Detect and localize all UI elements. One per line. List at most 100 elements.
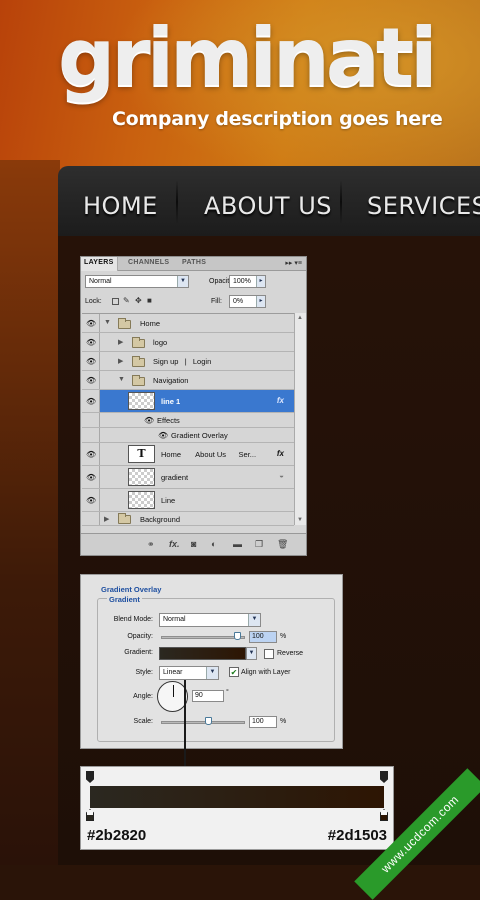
style-select[interactable]: Linear ▼	[159, 666, 219, 680]
style-label: Style:	[135, 669, 153, 676]
eye-icon[interactable]: 👁	[158, 432, 168, 440]
fx-menu-icon[interactable]: fx.	[169, 539, 180, 549]
blend-mode-select[interactable]: Normal ▼	[85, 275, 189, 288]
layer-row-background[interactable]: ▶ Background	[82, 512, 294, 526]
expand-triangle-icon[interactable]: ▼	[104, 319, 111, 326]
folder-icon	[118, 318, 131, 329]
eye-icon[interactable]: 👁	[86, 451, 96, 459]
link-icon[interactable]: ⚭	[147, 539, 155, 550]
tab-channels[interactable]: CHANNELS	[128, 259, 169, 266]
lock-brush-icon[interactable]: ✎	[123, 297, 131, 305]
new-group-icon[interactable]: ▬	[233, 539, 242, 549]
gradient-swatch[interactable]	[159, 647, 246, 660]
opacity-slider-handle[interactable]	[234, 632, 241, 640]
layer-row-signup[interactable]: 👁 ▶ Sign up | Login	[82, 352, 294, 371]
scale-input[interactable]: 100	[249, 716, 277, 728]
layers-panel-tabs: LAYERS CHANNELS PATHS ▸▸ ▾≡	[81, 257, 306, 271]
lock-transparent-icon[interactable]	[112, 298, 119, 305]
fill-field[interactable]: 0% ▸	[229, 295, 266, 308]
folder-icon	[132, 337, 145, 348]
eye-icon[interactable]: 👁	[86, 320, 96, 328]
angle-input[interactable]: 90	[192, 690, 224, 702]
layers-scrollbar[interactable]: ▲ ▼	[294, 313, 306, 525]
gradient-picker-button[interactable]: ▼	[246, 647, 257, 660]
opacity-input[interactable]: 100	[249, 631, 277, 643]
layer-row-line[interactable]: 👁 Line	[82, 489, 294, 512]
scale-slider-handle[interactable]	[205, 717, 212, 725]
eye-icon[interactable]: 👁	[86, 398, 96, 406]
lock-all-icon[interactable]: ■	[147, 297, 155, 305]
color-stop-right-fill	[381, 815, 387, 820]
layer-name: Home About Us Ser...	[161, 450, 257, 459]
layer-name: Line	[161, 496, 176, 505]
nav-about-us[interactable]: ABOUT US	[204, 192, 332, 220]
reverse-checkbox[interactable]	[264, 649, 274, 659]
nav-home[interactable]: HOME	[83, 192, 158, 220]
scale-slider[interactable]	[161, 721, 245, 724]
layer-row-logo[interactable]: 👁 ▶ logo	[82, 333, 294, 352]
eye-icon[interactable]: 👁	[86, 377, 96, 385]
layers-panel: LAYERS CHANNELS PATHS ▸▸ ▾≡ Normal ▼ Opa…	[80, 256, 307, 556]
layer-thumbnail	[128, 468, 155, 486]
layer-effects-row[interactable]: 👁 Effects	[82, 413, 294, 428]
tab-layers[interactable]: LAYERS	[81, 257, 118, 271]
layer-name: logo	[153, 338, 168, 347]
layer-row-gradient[interactable]: 👁 gradient ◒	[82, 466, 294, 489]
gradient-overlay-panel: Gradient Overlay Gradient Blend Mode: No…	[80, 574, 343, 749]
fx-icon[interactable]: fx	[277, 449, 284, 458]
gradient-editor-bar: #2b2820 #2d1503	[80, 766, 394, 850]
scroll-up-icon[interactable]: ▲	[297, 315, 303, 321]
left-background-strip	[0, 160, 60, 865]
collapsed-triangle-icon[interactable]: ▶	[118, 357, 123, 365]
opacity-value: 100%	[233, 278, 251, 285]
chevron-down-icon: ▼	[248, 614, 260, 626]
collapsed-triangle-icon[interactable]: ▶	[118, 338, 123, 346]
site-tagline: Company description goes here	[112, 108, 443, 130]
lock-move-icon[interactable]: ✥	[135, 297, 143, 305]
opacity-unit: %	[280, 633, 287, 640]
eye-icon[interactable]: 👁	[144, 417, 154, 425]
opacity-stop-left[interactable]	[86, 771, 94, 783]
layer-name: Navigation	[153, 376, 189, 385]
reverse-label: Reverse	[277, 650, 304, 657]
fill-label: Fill:	[211, 298, 222, 305]
opacity-stop-right[interactable]	[380, 771, 388, 783]
expand-triangle-icon[interactable]: ▼	[118, 376, 125, 383]
eye-icon[interactable]: 👁	[86, 474, 96, 482]
layer-name: Background	[140, 515, 181, 524]
site-logo[interactable]: griminati	[58, 18, 438, 98]
layer-name: line 1	[161, 397, 181, 406]
gradient-preview-strip[interactable]	[90, 786, 384, 808]
trash-icon[interactable]: 🗑	[277, 539, 288, 550]
collapsed-triangle-icon[interactable]: ▶	[104, 515, 109, 523]
fx-icon[interactable]: fx	[277, 396, 284, 405]
angle-unit: °	[226, 689, 229, 696]
panel-menu-icon[interactable]: ▸▸ ▾≡	[285, 259, 302, 267]
mask-icon[interactable]: ◙	[191, 539, 196, 549]
opacity-slider[interactable]	[161, 636, 245, 639]
folder-icon	[118, 513, 131, 524]
scroll-down-icon[interactable]: ▼	[297, 517, 303, 523]
align-with-layer-checkbox[interactable]: ✔	[229, 667, 239, 677]
opacity-field[interactable]: 100% ▸	[229, 275, 266, 288]
main-navigation: HOME ABOUT US SERVICES	[58, 166, 480, 236]
blend-mode-select[interactable]: Normal ▼	[159, 613, 261, 627]
layer-name: Sign up | Login	[153, 357, 212, 366]
eye-icon[interactable]: 👁	[86, 497, 96, 505]
fill-value: 0%	[233, 298, 244, 305]
eye-icon[interactable]: 👁	[86, 358, 96, 366]
lock-label: Lock:	[85, 298, 102, 305]
layer-row-navigation[interactable]: 👁 ▼ Navigation	[82, 371, 294, 390]
adjustment-icon[interactable]: ◐	[211, 539, 216, 549]
nav-services[interactable]: SERVICES	[367, 192, 480, 220]
align-with-layer-label: Align with Layer	[241, 669, 291, 676]
layer-effect-gradient-overlay[interactable]: 👁 Gradient Overlay	[82, 428, 294, 443]
chevron-down-icon: ▼	[177, 276, 188, 287]
eye-icon[interactable]: 👁	[86, 339, 96, 347]
layer-row-line-1[interactable]: 👁 line 1 fx	[82, 390, 294, 413]
new-layer-icon[interactable]: ❐	[255, 539, 263, 550]
gradient-label: Gradient:	[124, 649, 153, 656]
tab-paths[interactable]: PATHS	[182, 259, 206, 266]
layer-row-home[interactable]: 👁 ▼ Home	[82, 314, 294, 333]
layer-row-text[interactable]: 👁 T Home About Us Ser... fx	[82, 443, 294, 466]
